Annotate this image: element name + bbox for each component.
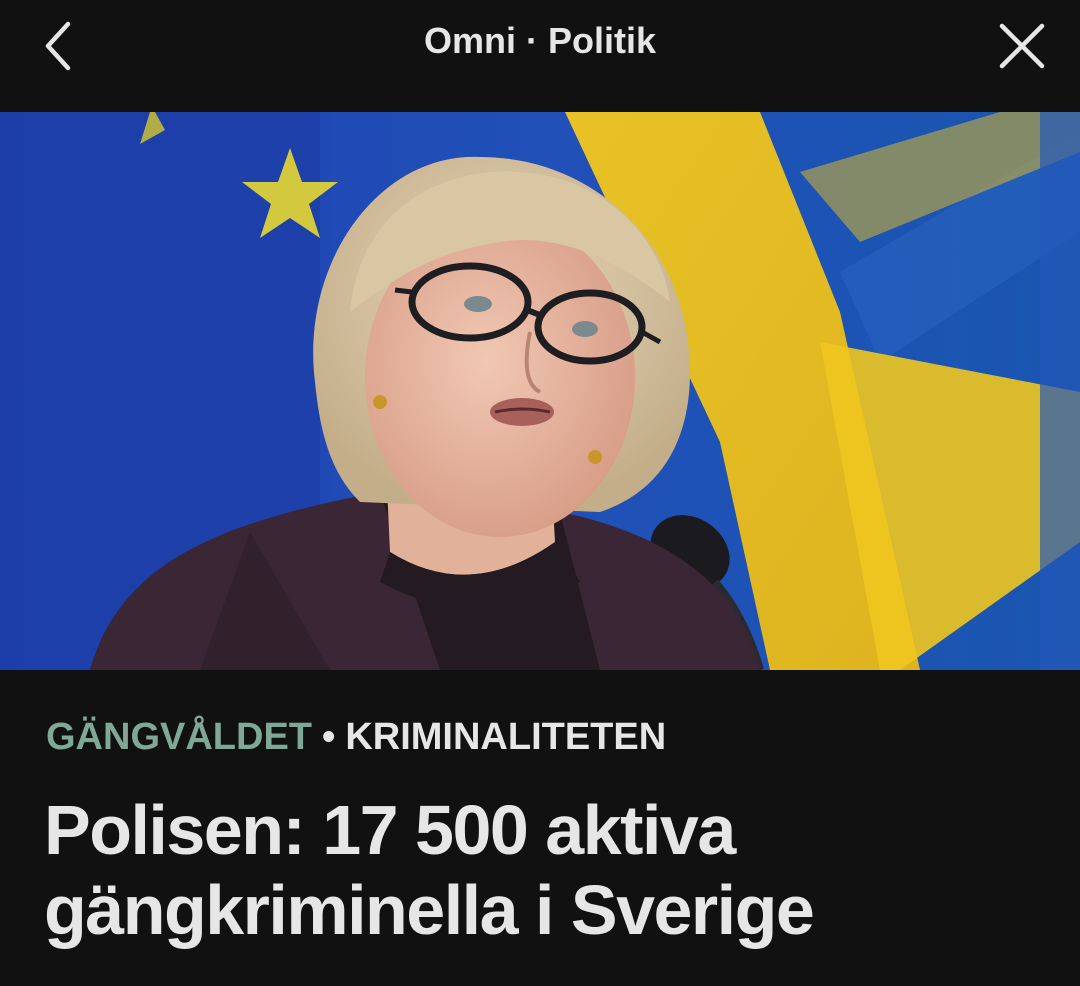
tag-gangvaldet[interactable]: GÄNGVÅLDET — [46, 716, 312, 758]
close-button[interactable] — [992, 16, 1052, 76]
close-icon — [999, 23, 1045, 69]
top-bar: Omni · Politik — [0, 0, 1080, 112]
article-headline: Polisen: 17 500 aktiva gängkriminella i … — [44, 791, 815, 949]
article-photo[interactable] — [0, 112, 1080, 670]
tag-separator: • — [322, 716, 336, 758]
article-tags: GÄNGVÅLDET • KRIMINALITETEN — [46, 716, 666, 759]
tag-kriminaliteten[interactable]: KRIMINALITETEN — [345, 716, 666, 758]
article-photo-graphic — [0, 112, 1080, 670]
page-title: Omni · Politik — [423, 20, 656, 61]
